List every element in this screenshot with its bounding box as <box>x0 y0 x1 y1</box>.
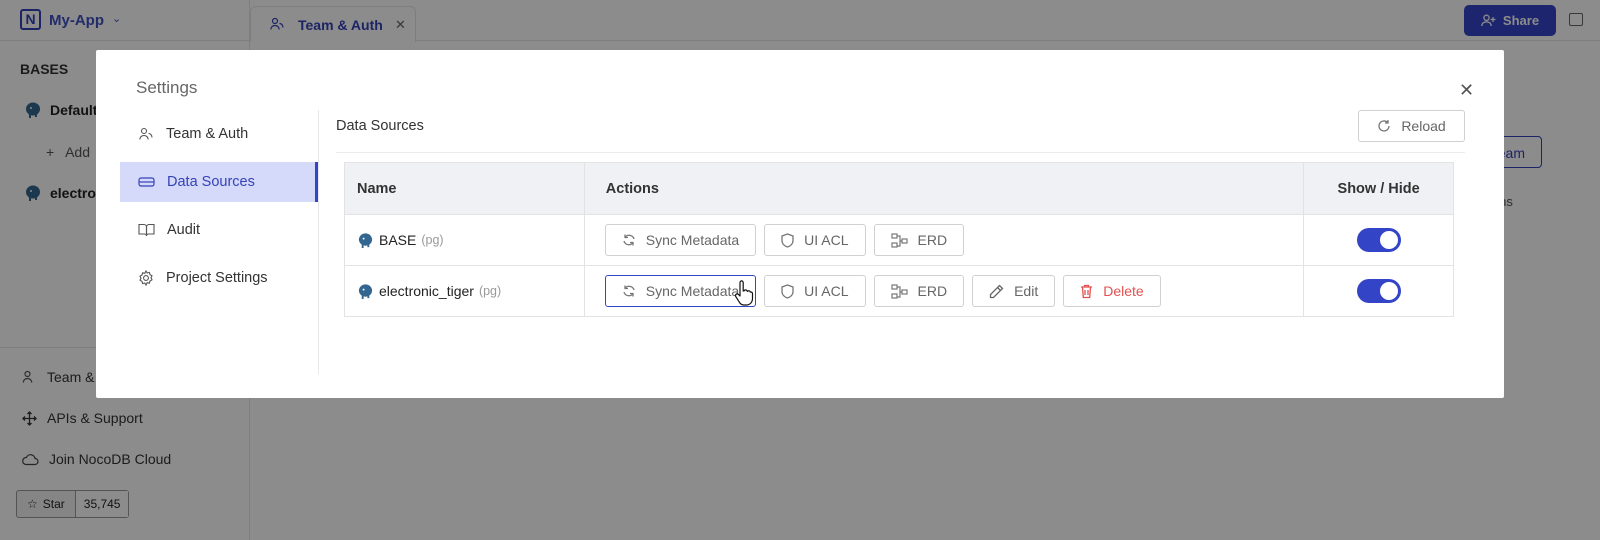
button-label: Delete <box>1103 283 1144 299</box>
close-icon[interactable]: ✕ <box>1459 80 1474 101</box>
nav-item-audit[interactable]: Audit <box>120 210 318 250</box>
nav-label: Data Sources <box>167 174 255 190</box>
source-name-cell: electronic_tiger (pg) <box>357 283 572 300</box>
sync-icon <box>623 234 635 246</box>
button-label: ERD <box>917 283 948 299</box>
shield-icon <box>781 283 794 299</box>
postgres-icon <box>358 232 373 248</box>
trash-icon <box>1081 284 1093 298</box>
column-header-name: Name <box>344 162 585 215</box>
show-hide-toggle[interactable] <box>1356 228 1401 252</box>
erd-button[interactable]: ERD <box>873 224 965 256</box>
nav-label: Team & Auth <box>166 126 249 142</box>
database-icon <box>138 177 155 187</box>
gear-icon <box>139 270 153 286</box>
button-label: Sync Metadata <box>645 283 740 299</box>
sync-icon <box>623 285 635 297</box>
data-sources-table: Name Actions Show / Hide BASE (pg) Sync … <box>344 162 1454 317</box>
button-label: ERD <box>917 232 948 248</box>
show-hide-toggle[interactable] <box>1356 279 1401 303</box>
table-row: BASE (pg) Sync Metadata UI ACL ERD <box>344 214 1454 266</box>
source-name-cell: BASE (pg) <box>357 232 572 249</box>
nav-item-data-sources[interactable]: Data Sources <box>120 162 318 202</box>
nav-item-project-settings[interactable]: Project Settings <box>120 258 318 298</box>
delete-button[interactable]: Delete <box>1063 275 1161 307</box>
pencil-icon <box>989 284 1004 298</box>
table-header-row: Name Actions Show / Hide <box>344 162 1454 215</box>
source-type: (pg) <box>478 284 502 298</box>
section-title: Data Sources <box>336 118 424 134</box>
source-name: electronic_tiger <box>379 283 474 299</box>
settings-modal: Settings ✕ Team & Auth Data Sources Audi… <box>96 50 1504 398</box>
column-header-show-hide: Show / Hide <box>1303 162 1454 215</box>
users-icon <box>139 127 153 140</box>
erd-icon <box>890 232 908 248</box>
source-name: BASE <box>379 232 417 248</box>
hand-pointer-icon <box>734 280 754 306</box>
postgres-icon <box>358 283 373 299</box>
section-divider <box>336 152 1465 153</box>
button-label: Edit <box>1014 283 1039 299</box>
reload-button[interactable]: Reload <box>1358 110 1465 142</box>
shield-icon <box>781 232 794 248</box>
source-type: (pg) <box>421 233 444 247</box>
button-label: UI ACL <box>804 283 849 299</box>
nav-label: Project Settings <box>166 270 268 286</box>
ui-acl-button[interactable]: UI ACL <box>764 275 866 307</box>
nav-divider <box>318 110 319 374</box>
book-icon <box>138 223 155 237</box>
reload-label: Reload <box>1401 118 1446 134</box>
nav-item-team-auth[interactable]: Team & Auth <box>120 114 318 154</box>
button-label: Sync Metadata <box>645 232 740 248</box>
sync-metadata-button[interactable]: Sync Metadata <box>604 224 757 256</box>
reload-icon <box>1378 120 1390 132</box>
modal-title: Settings <box>136 78 198 97</box>
column-header-actions: Actions <box>583 162 1305 215</box>
table-row: electronic_tiger (pg) Sync Metadata UI A… <box>344 265 1454 317</box>
erd-icon <box>890 283 908 299</box>
button-label: UI ACL <box>804 232 849 248</box>
ui-acl-button[interactable]: UI ACL <box>764 224 866 256</box>
nav-label: Audit <box>167 222 201 238</box>
erd-button[interactable]: ERD <box>873 275 965 307</box>
edit-button[interactable]: Edit <box>972 275 1056 307</box>
